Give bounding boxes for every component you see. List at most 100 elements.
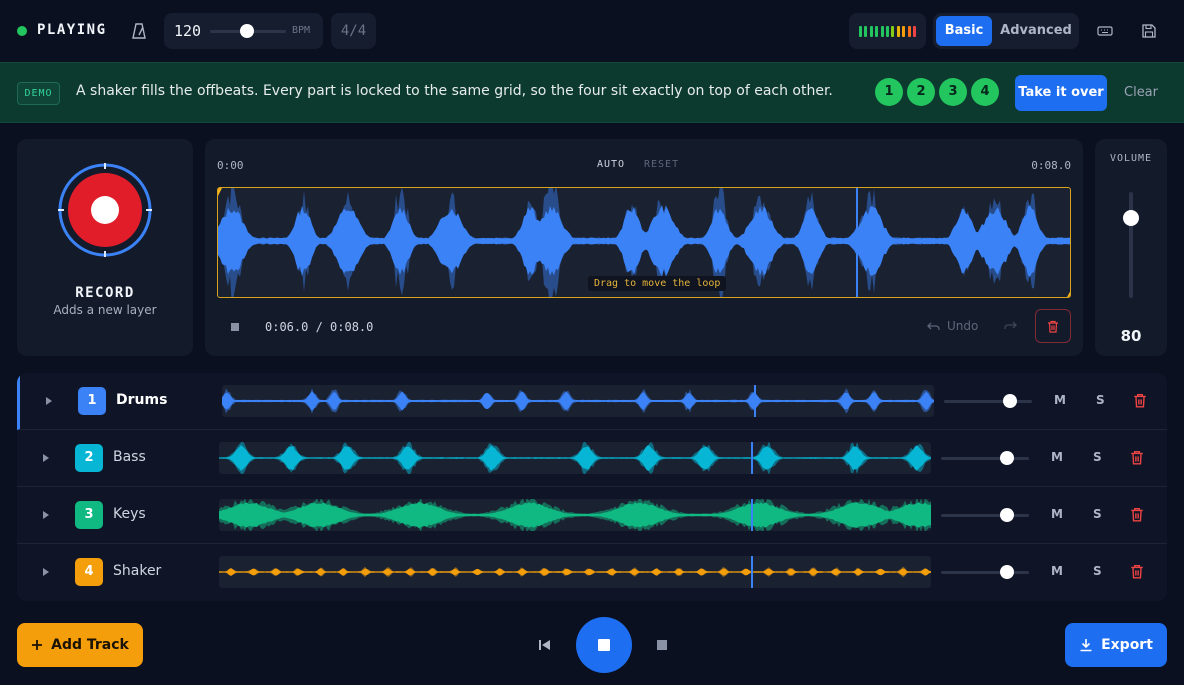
level-meter xyxy=(849,13,926,49)
loop-end-time: 0:08.0 xyxy=(1031,159,1071,172)
trash-icon[interactable] xyxy=(1133,393,1147,408)
volume-slider-track[interactable] xyxy=(1129,192,1133,298)
track-name: Shaker xyxy=(113,563,162,579)
metronome-icon[interactable] xyxy=(130,22,148,40)
undo-button[interactable]: Undo xyxy=(927,319,978,333)
mute-button[interactable]: M xyxy=(1054,393,1066,407)
play-stop-button[interactable] xyxy=(576,617,632,673)
track-name: Keys xyxy=(113,506,146,522)
expand-icon[interactable] xyxy=(46,397,52,405)
demo-step-2[interactable]: 2 xyxy=(907,78,935,106)
meter-segment xyxy=(875,26,879,37)
loop-waveform[interactable]: Drag to move the loop xyxy=(217,187,1071,298)
meter-segment xyxy=(907,26,911,37)
demo-step-4[interactable]: 4 xyxy=(971,78,999,106)
keyboard-shortcuts-button[interactable] xyxy=(1090,16,1120,46)
track-waveform[interactable] xyxy=(219,442,931,474)
demo-message: A shaker fills the offbeats. Every part … xyxy=(76,83,833,99)
track-volume-track[interactable] xyxy=(944,400,1032,403)
loop-end-handle[interactable] xyxy=(1066,288,1071,298)
track-row-shaker[interactable]: 4 Shaker M S xyxy=(17,544,1167,601)
solo-button[interactable]: S xyxy=(1093,564,1102,578)
track-name: Bass xyxy=(113,449,146,465)
mute-button[interactable]: M xyxy=(1051,564,1063,578)
drag-hint: Drag to move the loop xyxy=(588,276,727,291)
track-volume-thumb[interactable] xyxy=(1000,451,1014,465)
track-waveform[interactable] xyxy=(219,556,931,588)
track-volume-track[interactable] xyxy=(941,514,1029,517)
expand-icon[interactable] xyxy=(43,511,49,519)
trash-icon[interactable] xyxy=(1130,564,1144,579)
demo-tag: DEMO xyxy=(17,82,60,105)
loop-stop-button[interactable] xyxy=(231,323,239,331)
stop-button[interactable] xyxy=(657,640,667,650)
expand-icon[interactable] xyxy=(43,568,49,576)
track-waveform[interactable] xyxy=(222,385,934,417)
track-number: 2 xyxy=(75,444,103,472)
track-row-bass[interactable]: 2 Bass M S xyxy=(17,430,1167,487)
track-row-drums[interactable]: 1 Drums M S xyxy=(17,373,1167,430)
solo-button[interactable]: S xyxy=(1096,393,1105,407)
download-icon xyxy=(1080,639,1092,652)
bpm-unit: BPM xyxy=(292,25,311,36)
top-bar: PLAYING 120 BPM 4/4 Basic Advanced xyxy=(0,0,1184,62)
reset-button[interactable]: RESET xyxy=(644,159,679,170)
track-waveform-body xyxy=(222,391,934,411)
plus-icon xyxy=(32,640,43,650)
track-waveform[interactable] xyxy=(219,499,931,531)
record-button[interactable] xyxy=(57,162,153,258)
bpm-value[interactable]: 120 xyxy=(174,22,201,40)
skip-back-icon[interactable] xyxy=(537,637,553,653)
auto-button[interactable]: AUTO xyxy=(597,159,625,170)
volume-value: 80 xyxy=(1120,327,1142,345)
status-indicator xyxy=(17,26,27,36)
record-panel: RECORD Adds a new layer xyxy=(17,139,193,356)
bass-waveform xyxy=(219,442,931,474)
redo-icon[interactable] xyxy=(1003,319,1017,331)
delete-loop-button[interactable] xyxy=(1035,309,1071,343)
demo-step-3[interactable]: 3 xyxy=(939,78,967,106)
trash-icon[interactable] xyxy=(1130,450,1144,465)
keys-waveform xyxy=(219,499,931,531)
export-button[interactable]: Export xyxy=(1065,623,1167,667)
track-volume-thumb[interactable] xyxy=(1000,508,1014,522)
solo-button[interactable]: S xyxy=(1093,450,1102,464)
clear-button[interactable]: Clear xyxy=(1119,75,1163,111)
track-volume-thumb[interactable] xyxy=(1003,394,1017,408)
track-volume-track[interactable] xyxy=(941,571,1029,574)
export-label: Export xyxy=(1101,637,1153,653)
track-waveform-body xyxy=(219,568,931,576)
time-signature-button[interactable]: 4/4 xyxy=(331,13,376,49)
demo-step-1[interactable]: 1 xyxy=(875,78,903,106)
drums-waveform xyxy=(222,385,934,417)
expand-icon[interactable] xyxy=(43,454,49,462)
meter-segment xyxy=(902,26,906,37)
loop-panel: 0:00 AUTO RESET 0:08.0 Drag to move the … xyxy=(205,139,1083,356)
volume-slider-thumb[interactable] xyxy=(1123,210,1139,226)
mode-toggle: Basic Advanced xyxy=(933,13,1079,49)
bpm-slider-thumb[interactable] xyxy=(240,24,254,38)
trash-icon[interactable] xyxy=(1130,507,1144,522)
track-volume-thumb[interactable] xyxy=(1000,565,1014,579)
track-waveform-body xyxy=(219,501,931,529)
loop-start-time: 0:00 xyxy=(217,159,244,172)
save-button[interactable] xyxy=(1134,16,1164,46)
mode-basic-button[interactable]: Basic xyxy=(936,16,992,46)
solo-button[interactable]: S xyxy=(1093,507,1102,521)
track-list: 1 Drums M S 2 Bass M S 3 Keys M S 4 Shak… xyxy=(17,373,1167,601)
add-track-button[interactable]: Add Track xyxy=(17,623,143,667)
mute-button[interactable]: M xyxy=(1051,507,1063,521)
record-subtitle: Adds a new layer xyxy=(53,303,157,317)
track-volume-track[interactable] xyxy=(941,457,1029,460)
add-track-label: Add Track xyxy=(51,637,129,653)
mute-button[interactable]: M xyxy=(1051,450,1063,464)
demo-banner: DEMO A shaker fills the offbeats. Every … xyxy=(0,62,1184,123)
keyboard-icon xyxy=(1097,26,1113,36)
take-it-over-button[interactable]: Take it over xyxy=(1015,75,1107,111)
status-text: PLAYING xyxy=(37,22,107,38)
shaker-waveform xyxy=(219,556,931,588)
mode-advanced-button[interactable]: Advanced xyxy=(996,16,1076,46)
loop-start-handle[interactable] xyxy=(218,188,222,196)
track-row-keys[interactable]: 3 Keys M S xyxy=(17,487,1167,544)
stop-icon xyxy=(598,639,610,651)
